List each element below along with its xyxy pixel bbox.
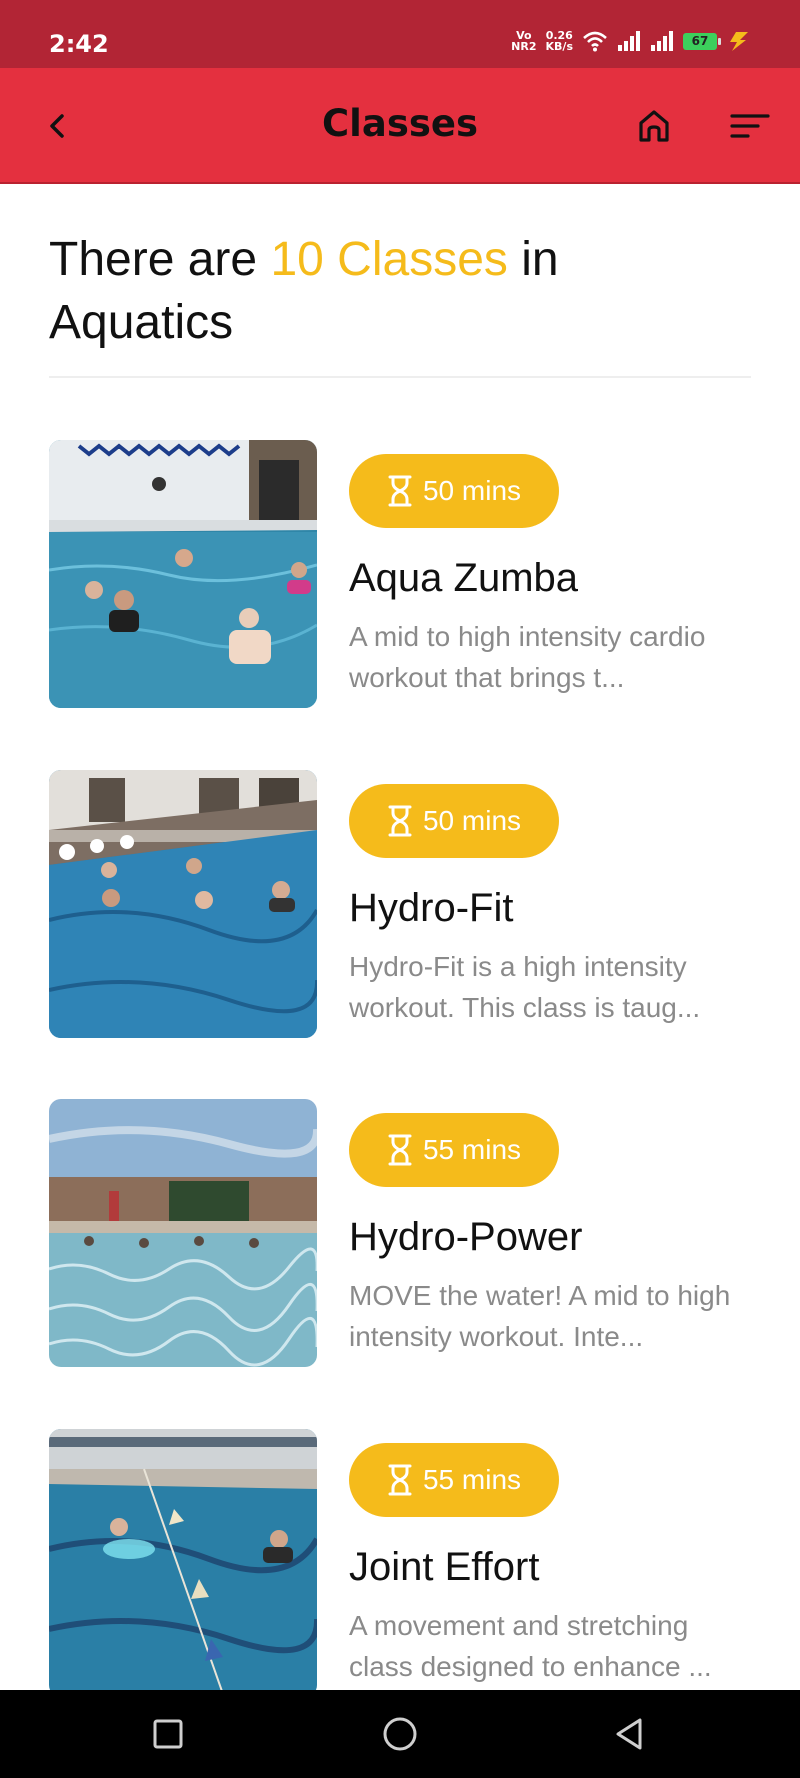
status-icons: Vo NR2 0.26 KB/s 67: [511, 26, 752, 56]
recents-button[interactable]: [146, 1712, 190, 1756]
hourglass-icon: [388, 1134, 412, 1166]
signal-icon: [618, 31, 640, 51]
system-nav-bar: [0, 1690, 800, 1778]
status-time: 2:42: [49, 30, 109, 58]
class-card-aqua-zumba[interactable]: 50 mins Aqua Zumba A mid to high intensi…: [49, 440, 751, 708]
class-description: A mid to high intensity cardio workout t…: [349, 621, 706, 693]
class-image: [49, 770, 317, 1038]
duration-badge: 50 mins: [349, 454, 559, 528]
class-image: [49, 440, 317, 708]
class-name: Joint Effort: [349, 1545, 540, 1589]
hourglass-icon: [388, 475, 412, 507]
signal-icon-2: [651, 31, 673, 51]
duration-badge: 55 mins: [349, 1113, 559, 1187]
class-name: Hydro-Fit: [349, 886, 514, 930]
class-name: Aqua Zumba: [349, 556, 579, 600]
classes-count: 10 Classes: [270, 233, 508, 286]
class-card-hydro-fit[interactable]: 50 mins Hydro-Fit Hydro-Fit is a high in…: [49, 770, 751, 1038]
home-icon: [639, 110, 669, 142]
class-description: MOVE the water! A mid to high intensity …: [349, 1280, 731, 1352]
class-description: Hydro-Fit is a high intensity workout. T…: [349, 951, 701, 1023]
class-description: A movement and stretching class designed…: [349, 1610, 712, 1682]
classes-count-heading: There are 10 Classes in Aquatics: [49, 233, 559, 349]
sort-menu-icon: [730, 114, 770, 138]
class-card-joint-effort[interactable]: 55 mins Joint Effort A movement and stre…: [49, 1429, 751, 1697]
triangle-back-icon: [616, 1718, 642, 1750]
class-card-hydro-power[interactable]: 55 mins Hydro-Power MOVE the water! A mi…: [49, 1099, 751, 1367]
sort-menu-button[interactable]: [728, 104, 772, 148]
battery-icon: 67: [683, 32, 721, 50]
hourglass-icon: [388, 805, 412, 837]
network-type: Vo NR2: [511, 29, 537, 53]
duration-badge: 50 mins: [349, 784, 559, 858]
hourglass-icon: [388, 1464, 412, 1496]
home-button[interactable]: [632, 104, 676, 148]
network-speed: 0.26 KB/s: [545, 29, 573, 53]
page-title: Classes: [322, 102, 478, 145]
home-nav-button[interactable]: [378, 1712, 422, 1756]
app-bar: Classes: [0, 68, 800, 184]
duration-badge: 55 mins: [349, 1443, 559, 1517]
square-icon: [153, 1719, 183, 1749]
class-image: [49, 1099, 317, 1367]
wifi-icon: [583, 31, 607, 52]
divider: [49, 376, 751, 378]
class-name: Hydro-Power: [349, 1215, 583, 1259]
circle-icon: [383, 1717, 417, 1751]
back-nav-button[interactable]: [608, 1712, 652, 1756]
status-bar: 2:42 Vo NR2 0.26 KB/s 67: [0, 0, 800, 68]
class-image: [49, 1429, 317, 1697]
charging-icon: [730, 32, 748, 51]
